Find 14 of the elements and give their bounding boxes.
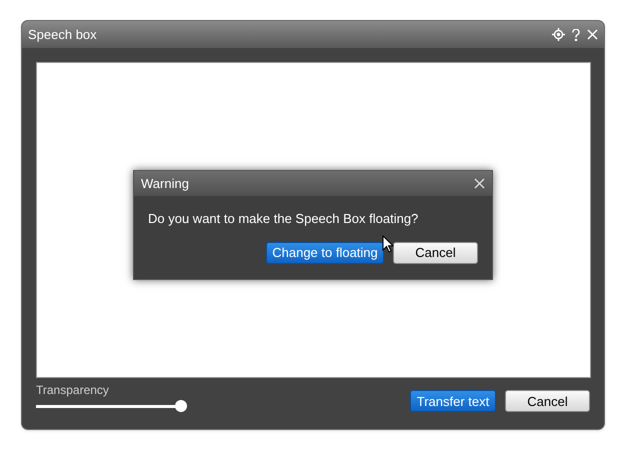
dialog-title: Warning	[141, 174, 189, 193]
slider-thumb[interactable]	[175, 400, 187, 412]
confirm-button[interactable]: Transfer text	[410, 390, 496, 412]
confirm-button[interactable]: Change to floating	[266, 242, 384, 264]
window-title: Speech box	[28, 26, 97, 44]
cancel-button[interactable]: Cancel	[393, 242, 478, 264]
mouse-cursor-icon	[382, 235, 394, 253]
dialog-message: Do you want to make the Speech Box floating?	[148, 210, 420, 228]
crosshair-icon[interactable]	[552, 28, 565, 41]
cancel-button[interactable]: Cancel	[505, 390, 590, 412]
transparency-slider[interactable]	[36, 399, 186, 413]
help-icon[interactable]	[572, 28, 580, 40]
transparency-label: Transparency	[36, 383, 110, 397]
close-icon[interactable]	[474, 178, 485, 189]
